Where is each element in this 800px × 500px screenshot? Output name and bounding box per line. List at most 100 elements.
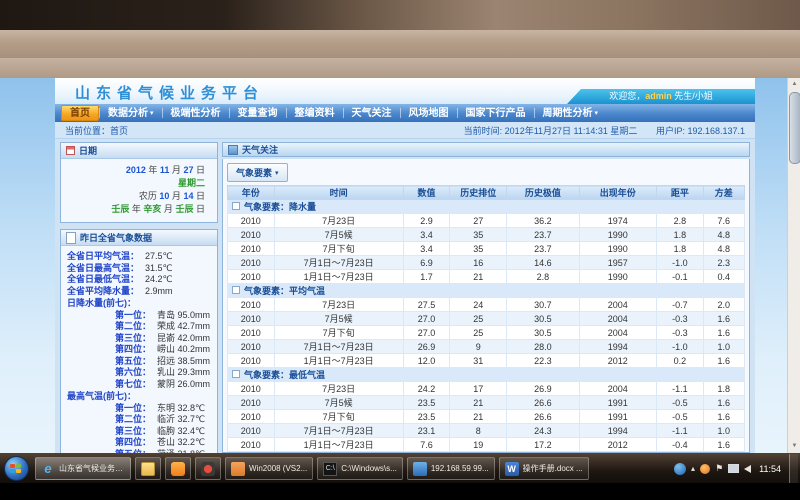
stat-label: 全省日最低气温：	[67, 274, 139, 284]
show-desktop-button[interactable]	[789, 454, 798, 484]
column-header: 时间	[274, 186, 403, 200]
network-icon[interactable]	[728, 464, 739, 473]
nav-item-label: 天气关注	[352, 107, 392, 120]
volume-icon[interactable]	[744, 465, 751, 473]
breadcrumb: 当前位置：首页	[65, 124, 128, 137]
table-cell: 2010	[228, 214, 275, 228]
date-panel-header: 日期	[61, 143, 217, 159]
taskbar-button-3[interactable]	[195, 457, 221, 480]
nav-item-6[interactable]: 风场地图	[401, 106, 457, 120]
collapse-checkbox[interactable]	[232, 202, 240, 210]
table-cell: 9	[450, 340, 507, 354]
stat-value: 31.5℃	[145, 263, 173, 273]
nav-item-8[interactable]: 周期性分析▾	[535, 106, 607, 120]
table-cell: 2010	[228, 256, 275, 270]
table-cell: 2010	[228, 396, 275, 410]
table-cell: 1.6	[703, 326, 744, 340]
nav-item-7[interactable]: 国家下行产品	[458, 106, 534, 120]
table-cell: 22.3	[507, 354, 579, 368]
table-cell: 1957	[579, 256, 657, 270]
rank-item: 第四位：苍山 32.2℃	[67, 437, 213, 449]
weather-panel-body: 全省日平均气温：27.5℃全省日最高气温：31.5℃全省日最低气温：24.2℃全…	[61, 246, 217, 453]
rank-station-value: 崂山 40.2mm	[157, 344, 210, 354]
table-cell: 1994	[579, 340, 657, 354]
scrollbar-thumb[interactable]	[789, 92, 800, 164]
cmd-icon	[323, 462, 337, 476]
table-cell: 2010	[228, 228, 275, 242]
table-cell: 1.8	[703, 382, 744, 396]
rank-item: 第一位： 青岛 95.0mm	[67, 310, 213, 322]
table-cell: 3.4	[403, 242, 450, 256]
ime-icon[interactable]	[674, 463, 686, 475]
rank-station-value: 青岛 95.0mm	[157, 310, 210, 320]
table-cell: 24.2	[403, 382, 450, 396]
vertical-scrollbar[interactable]: ▲ ▼	[787, 78, 800, 453]
column-header: 出现年份	[579, 186, 657, 200]
tray-app-icon[interactable]	[700, 464, 710, 474]
table-cell: 2010	[228, 326, 275, 340]
show-hidden-icons-icon[interactable]: ▴	[691, 464, 695, 473]
table-cell: -1.0	[657, 340, 704, 354]
collapse-checkbox[interactable]	[232, 286, 240, 294]
rdp-icon	[413, 462, 427, 476]
table-cell: 30.5	[507, 312, 579, 326]
table-cell: 1990	[579, 242, 657, 256]
table-cell: 24	[450, 298, 507, 312]
rank-station-value: 临朐 32.4℃	[157, 426, 205, 436]
taskbar-button-6[interactable]: 192.168.59.99...	[407, 457, 495, 480]
column-header: 数值	[403, 186, 450, 200]
date-panel-title: 日期	[79, 144, 97, 157]
page-title: 山东省气候业务平台	[75, 82, 264, 103]
table-cell: 7.6	[703, 214, 744, 228]
scroll-up-icon[interactable]: ▲	[788, 78, 800, 91]
action-center-flag-icon[interactable]: ⚑	[715, 463, 723, 474]
start-button[interactable]	[4, 456, 29, 481]
taskbar-button-7[interactable]: 操作手册.docx ...	[499, 457, 589, 480]
rank-section-label: 日降水量(前七)：	[67, 298, 213, 310]
table-cell: -1.1	[657, 424, 704, 438]
taskbar-clock[interactable]: 11:54	[759, 464, 781, 474]
table-row: 20107月5候3.43523.719901.84.8	[228, 228, 745, 242]
weather-data-table: 年份时间数值历史排位历史极值出现年份距平方差 气象要素：降水量20107月23日…	[227, 185, 745, 453]
table-cell: 27.0	[403, 326, 450, 340]
nav-item-0[interactable]: 首页	[61, 105, 99, 121]
taskbar-button-4[interactable]: Win2008 (VS2...	[225, 457, 313, 480]
taskbar-button-0[interactable]: 山东省气候业务平...	[35, 457, 131, 480]
nav-item-label: 数据分析	[108, 107, 148, 120]
table-cell: 0.4	[703, 270, 744, 284]
table-cell: 2012	[579, 438, 657, 452]
table-cell: 17	[450, 382, 507, 396]
table-cell: 2010	[228, 270, 275, 284]
collapse-checkbox[interactable]	[232, 370, 240, 378]
table-cell: 17.2	[507, 438, 579, 452]
page-header: 山东省气候业务平台 欢迎您，admin 先生/小姐	[55, 78, 755, 104]
scroll-down-icon[interactable]: ▼	[788, 440, 800, 453]
table-cell: -0.7	[657, 298, 704, 312]
nav-item-5[interactable]: 天气关注	[344, 106, 400, 120]
element-selector-button[interactable]: 气象要素 ▾	[227, 163, 288, 182]
table-cell: 1.0	[703, 340, 744, 354]
letterbox-strip	[0, 483, 800, 500]
browser-chrome: ← → e http://192.168.137.1/GLCCLIMATE/mo…	[0, 30, 800, 58]
nav-item-1[interactable]: 数据分析▾	[100, 106, 162, 120]
nav-item-2[interactable]: 极端性分析	[163, 106, 229, 120]
table-cell: 25	[450, 312, 507, 326]
taskbar-button-5[interactable]: C:\Windows\s...	[317, 457, 403, 480]
rank-item: 第五位：招远 38.5mm	[67, 356, 213, 368]
taskbar-button-2[interactable]	[165, 457, 191, 480]
stat-value: 2.9mm	[145, 286, 173, 296]
sidebar: 日期 2012 年 11 月 27 日 星期二	[60, 142, 218, 453]
table-cell: 28.0	[507, 340, 579, 354]
rank-station-value: 乳山 29.3mm	[157, 367, 210, 377]
table-row: 20107月1日～7月23日23.1824.31994-1.11.0	[228, 424, 745, 438]
nav-item-3[interactable]: 变量查询	[230, 106, 286, 120]
rank-station-value: 昆嵛 42.0mm	[157, 333, 210, 343]
taskbar-button-1[interactable]	[135, 457, 161, 480]
main-panel-header: 天气关注	[222, 142, 750, 157]
rank-position-label: 第二位：	[115, 414, 151, 424]
table-cell: 2.0	[703, 298, 744, 312]
table-cell: -0.3	[657, 326, 704, 340]
rank-position-label: 第一位：	[115, 310, 151, 320]
table-cell: 26.9	[507, 382, 579, 396]
nav-item-4[interactable]: 整编资料	[287, 106, 343, 120]
